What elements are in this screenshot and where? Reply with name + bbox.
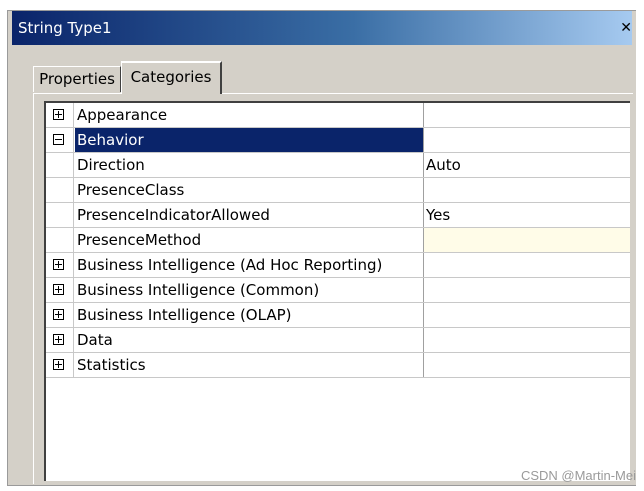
property-value[interactable] xyxy=(424,328,630,352)
property-name[interactable]: PresenceMethod xyxy=(75,228,424,252)
grid-row-statistics[interactable]: Statistics xyxy=(46,353,630,378)
row-gutter xyxy=(46,253,74,277)
expand-plus-icon[interactable] xyxy=(53,109,64,120)
expand-plus-icon[interactable] xyxy=(53,259,64,270)
tab-properties[interactable]: Properties xyxy=(33,66,121,92)
close-icon[interactable]: ✕ xyxy=(620,11,632,45)
property-name[interactable]: Data xyxy=(75,328,424,352)
grid-row-direction[interactable]: Direction Auto xyxy=(46,153,630,178)
row-gutter xyxy=(46,153,74,177)
tab-categories[interactable]: Categories xyxy=(121,61,222,94)
grid-row-bi-adhoc[interactable]: Business Intelligence (Ad Hoc Reporting) xyxy=(46,253,630,278)
row-gutter xyxy=(46,203,74,227)
property-value[interactable] xyxy=(424,128,630,152)
collapse-minus-icon[interactable] xyxy=(53,134,64,145)
grid-row-appearance[interactable]: Appearance xyxy=(46,103,630,128)
property-value[interactable] xyxy=(424,303,630,327)
property-name[interactable]: PresenceClass xyxy=(75,178,424,202)
property-name[interactable]: PresenceIndicatorAllowed xyxy=(75,203,424,227)
grid-row-presenceclass[interactable]: PresenceClass xyxy=(46,178,630,203)
row-gutter xyxy=(46,103,74,127)
property-name[interactable]: Direction xyxy=(75,153,424,177)
property-name[interactable]: Business Intelligence (Ad Hoc Reporting) xyxy=(75,253,424,277)
property-name[interactable]: Business Intelligence (Common) xyxy=(75,278,424,302)
grid-row-data[interactable]: Data xyxy=(46,328,630,353)
property-value-highlighted[interactable] xyxy=(424,228,630,252)
property-value[interactable]: Yes xyxy=(424,203,630,227)
expand-plus-icon[interactable] xyxy=(53,359,64,370)
watermark: CSDN @Martin-Mei xyxy=(520,468,636,483)
property-name[interactable]: Statistics xyxy=(75,353,424,377)
row-gutter xyxy=(46,303,74,327)
grid-row-bi-common[interactable]: Business Intelligence (Common) xyxy=(46,278,630,303)
property-value[interactable] xyxy=(424,178,630,202)
expand-plus-icon[interactable] xyxy=(53,309,64,320)
property-value[interactable] xyxy=(424,278,630,302)
grid-row-presencemethod[interactable]: PresenceMethod xyxy=(46,228,630,253)
row-gutter xyxy=(46,353,74,377)
expand-plus-icon[interactable] xyxy=(53,334,64,345)
property-value[interactable] xyxy=(424,253,630,277)
row-gutter xyxy=(46,178,74,202)
grid-row-presenceindicatorallowed[interactable]: PresenceIndicatorAllowed Yes xyxy=(46,203,630,228)
property-value[interactable] xyxy=(424,353,630,377)
property-name[interactable]: Appearance xyxy=(75,103,424,127)
row-gutter xyxy=(46,328,74,352)
property-name[interactable]: Business Intelligence (OLAP) xyxy=(75,303,424,327)
expand-plus-icon[interactable] xyxy=(53,284,64,295)
row-gutter xyxy=(46,228,74,252)
row-gutter xyxy=(46,128,74,152)
property-value[interactable] xyxy=(424,103,630,127)
property-grid: Appearance Behavior Direction Auto Prese… xyxy=(44,101,630,481)
title-bar[interactable]: String Type1 ✕ xyxy=(12,11,632,45)
property-value[interactable]: Auto xyxy=(424,153,630,177)
property-name-selected[interactable]: Behavior xyxy=(75,128,424,152)
grid-row-bi-olap[interactable]: Business Intelligence (OLAP) xyxy=(46,303,630,328)
grid-row-behavior[interactable]: Behavior xyxy=(46,128,630,153)
row-gutter xyxy=(46,278,74,302)
window-title: String Type1 xyxy=(18,19,112,37)
